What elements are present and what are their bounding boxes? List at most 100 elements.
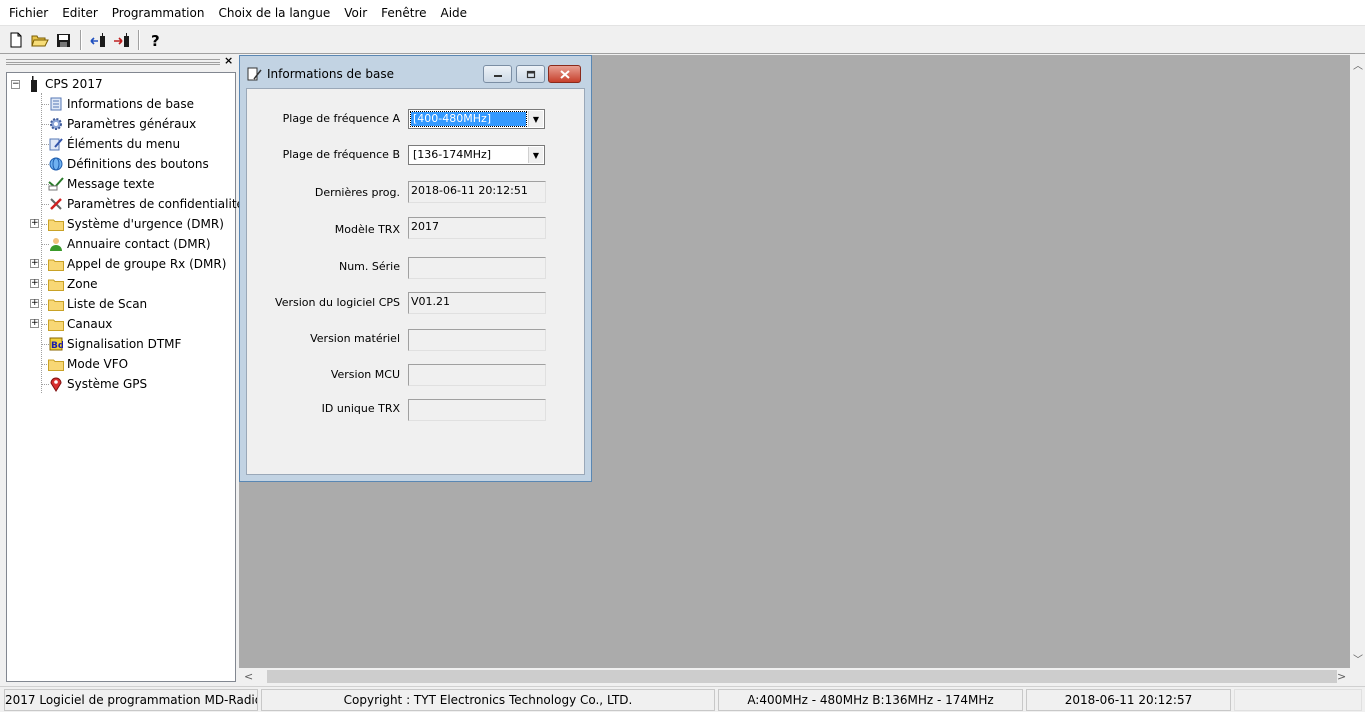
dtmf-keypad-icon: Bd: [48, 336, 64, 352]
tree-view[interactable]: − CPS 2017 Informations de base Paramètre…: [6, 72, 244, 682]
freq-b-value: [136-174MHz]: [413, 148, 492, 161]
tree-item[interactable]: Éléments du menu: [48, 134, 180, 154]
tree-root-label: CPS 2017: [45, 77, 103, 91]
menu-edit-icon: [48, 136, 64, 152]
serial-number-label: Num. Série: [338, 260, 400, 273]
scroll-left-icon[interactable]: <: [244, 670, 253, 683]
globe-button-icon: [48, 156, 64, 172]
freq-b-select[interactable]: [136-174MHz] ▼: [408, 145, 545, 165]
status-empty-pane: [1234, 689, 1362, 711]
mcu-version-label: Version MCU: [330, 368, 400, 381]
trx-model-field: 2017: [408, 217, 546, 239]
horizontal-scrollbar[interactable]: < >: [239, 668, 1350, 685]
expand-toggle[interactable]: +: [30, 259, 39, 268]
expand-toggle[interactable]: +: [30, 219, 39, 228]
dropdown-arrow-icon[interactable]: ▼: [528, 147, 543, 163]
expand-toggle[interactable]: +: [30, 319, 39, 328]
folder-icon: [48, 356, 64, 372]
tree-item-label: Message texte: [67, 177, 155, 191]
tree-item-label: Annuaire contact (DMR): [67, 237, 211, 251]
open-button[interactable]: [28, 29, 51, 51]
write-to-radio-icon: [113, 32, 129, 47]
panel-gripper[interactable]: [6, 59, 220, 65]
new-file-button[interactable]: [4, 29, 27, 51]
save-button[interactable]: [52, 29, 75, 51]
svg-text:Bd: Bd: [51, 341, 63, 351]
read-from-radio-icon: [89, 32, 105, 47]
gear-icon: [48, 116, 64, 132]
trx-model-label: Modèle TRX: [334, 223, 400, 236]
horizontal-scroll-thumb[interactable]: [267, 670, 1337, 683]
folder-icon: [48, 216, 64, 232]
tree-item[interactable]: Liste de Scan: [48, 294, 147, 314]
tree-item[interactable]: Appel de groupe Rx (DMR): [48, 254, 226, 274]
folder-icon: [48, 256, 64, 272]
panel-close-button[interactable]: ×: [224, 55, 233, 67]
menu-bar: Fichier Editer Programmation Choix de la…: [0, 0, 1365, 26]
help-button[interactable]: ?: [144, 29, 167, 51]
tree-item[interactable]: Informations de base: [48, 94, 194, 114]
status-copyright: Copyright : TYT Electronics Technology C…: [261, 689, 715, 711]
expand-toggle[interactable]: +: [30, 279, 39, 288]
window-titlebar[interactable]: Informations de base: [240, 56, 591, 88]
menu-fichier[interactable]: Fichier: [2, 0, 55, 26]
tree-item[interactable]: Bd Signalisation DTMF: [48, 334, 181, 354]
tree-item[interactable]: Zone: [48, 274, 98, 294]
tree-item[interactable]: Paramètres généraux: [48, 114, 196, 134]
tree-item-label: Système GPS: [67, 377, 148, 391]
window-title: Informations de base: [267, 67, 394, 81]
dropdown-arrow-icon[interactable]: ▼: [528, 111, 543, 127]
tree-item-label: Canaux: [67, 317, 113, 331]
radio-icon: [26, 76, 42, 92]
menu-editer[interactable]: Editer: [55, 0, 105, 26]
scroll-down-icon[interactable]: ﹀: [1353, 651, 1363, 666]
tree-item[interactable]: Annuaire contact (DMR): [48, 234, 211, 254]
expand-toggle[interactable]: +: [30, 299, 39, 308]
tree-item-label: Appel de groupe Rx (DMR): [67, 257, 227, 271]
scroll-right-icon[interactable]: >: [1337, 670, 1346, 683]
folder-icon: [48, 276, 64, 292]
close-icon: [559, 69, 570, 79]
collapse-toggle[interactable]: −: [11, 79, 20, 89]
tree-item[interactable]: Mode VFO: [48, 354, 128, 374]
tree-root[interactable]: − CPS 2017: [11, 74, 103, 94]
tree-item-label: Définitions des boutons: [67, 157, 209, 171]
tree-item[interactable]: Système d'urgence (DMR): [48, 214, 224, 234]
trx-unique-id-label: ID unique TRX: [321, 402, 400, 415]
open-folder-icon: [30, 35, 49, 46]
tree-item-label: Zone: [67, 277, 98, 291]
restore-icon: [526, 70, 535, 78]
scroll-corner: [1350, 668, 1365, 685]
tree-item[interactable]: Définitions des boutons: [48, 154, 209, 174]
cps-version-label: Version du logiciel CPS: [275, 296, 400, 309]
menu-programmation[interactable]: Programmation: [105, 0, 212, 26]
last-prog-label: Dernières prog.: [314, 186, 400, 199]
scroll-up-icon[interactable]: ︿: [1353, 57, 1363, 72]
tree-item-label: Éléments du menu: [67, 137, 181, 151]
help-icon: ?: [151, 32, 160, 48]
menu-voir[interactable]: Voir: [337, 0, 374, 26]
close-button[interactable]: [548, 65, 581, 83]
menu-fenetre[interactable]: Fenêtre: [374, 0, 433, 26]
restore-button[interactable]: [516, 65, 545, 83]
freq-a-select[interactable]: [400-480MHz] ▼: [408, 109, 545, 129]
menu-choix-langue[interactable]: Choix de la langue: [211, 0, 337, 26]
tree-item[interactable]: Paramètres de confidentialité: [48, 194, 244, 214]
freq-a-label: Plage de fréquence A: [282, 112, 400, 125]
tree-panel: × − CPS 2017 Informations de base Paramèt…: [0, 55, 244, 685]
document-edit-icon: [247, 67, 262, 81]
vertical-scrollbar[interactable]: ︿ ﹀: [1350, 55, 1365, 668]
minimize-button[interactable]: [483, 65, 512, 83]
mcu-version-field: [408, 364, 546, 386]
read-from-radio-button[interactable]: [86, 29, 109, 51]
status-bar: 2017 Logiciel de programmation MD-Radio …: [0, 686, 1365, 712]
minimize-icon: [493, 75, 502, 77]
toolbar: ?: [0, 27, 1365, 54]
write-to-radio-button[interactable]: [110, 29, 133, 51]
tree-item[interactable]: Système GPS: [48, 374, 147, 394]
menu-aide[interactable]: Aide: [434, 0, 475, 26]
tree-item[interactable]: Canaux: [48, 314, 112, 334]
toolbar-separator: [138, 30, 140, 50]
tree-item[interactable]: Message texte: [48, 174, 154, 194]
hardware-version-field: [408, 329, 546, 351]
